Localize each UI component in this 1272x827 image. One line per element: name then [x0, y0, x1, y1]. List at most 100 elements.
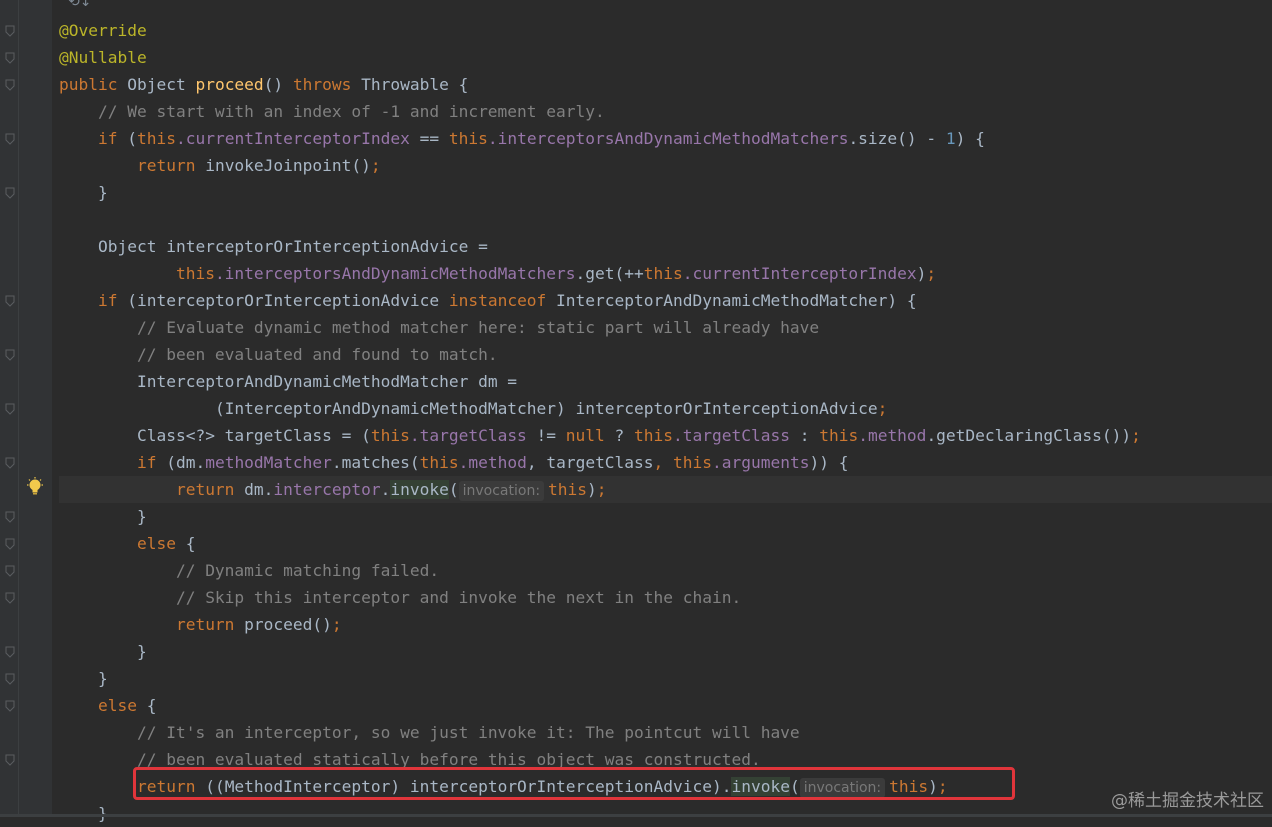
red-highlight-box	[133, 767, 1015, 800]
keyword: else	[97, 696, 137, 715]
code-text: (InterceptorAndDynamicMethodMatcher) int…	[214, 399, 878, 418]
code-line-13: // been evaluated and found to match.	[59, 341, 1272, 368]
keyword: this	[175, 264, 215, 283]
method-name: proceed	[195, 75, 264, 94]
keyword: this	[673, 453, 713, 472]
field: .currentInterceptorIndex	[175, 129, 410, 148]
code-line-4: // We start with an index of -1 and incr…	[59, 98, 1272, 125]
code-line-14: InterceptorAndDynamicMethodMatcher dm =	[59, 368, 1272, 395]
code-text: ()	[263, 75, 293, 94]
fold-marker-icon[interactable]	[4, 52, 16, 64]
code-line-24: }	[59, 638, 1272, 665]
keyword: this	[548, 480, 588, 499]
fold-marker-icon[interactable]	[4, 646, 16, 658]
keyword: this	[643, 264, 683, 283]
field: .targetClass	[673, 426, 790, 445]
code-text: (	[117, 129, 137, 148]
comment: // We start with an index of -1 and incr…	[59, 102, 605, 121]
fold-marker-icon[interactable]	[4, 403, 16, 415]
code-text: }	[136, 507, 147, 526]
keyword: this	[634, 426, 674, 445]
code-line-1: @Override	[59, 17, 1272, 44]
fold-marker-icon[interactable]	[4, 700, 16, 712]
watermark: @稀土掘金技术社区	[1111, 791, 1264, 811]
semicolon: ;	[596, 480, 607, 499]
code-text: InterceptorAndDynamicMethodMatcher dm =	[136, 372, 518, 391]
keyword: return	[175, 615, 235, 634]
code-line-5: if (this.currentInterceptorIndex == this…	[59, 125, 1272, 152]
code-line-18: return dm.interceptor.invoke(invocation:…	[59, 476, 1272, 503]
fold-marker-icon[interactable]	[4, 538, 16, 550]
fold-marker-icon[interactable]	[4, 187, 16, 199]
code-line-19: }	[59, 503, 1272, 530]
keyword: return	[175, 480, 235, 499]
fold-marker-icon[interactable]	[4, 133, 16, 145]
field: .interceptorsAndDynamicMethodMatchers	[487, 129, 849, 148]
comma: ,	[653, 453, 674, 472]
code-editor[interactable]: @Override @Nullable public Object procee…	[59, 17, 1272, 827]
fold-marker-icon[interactable]	[4, 295, 16, 307]
code-text: Throwable {	[351, 75, 469, 94]
fold-marker-icon[interactable]	[4, 25, 16, 37]
semicolon: ;	[1131, 426, 1141, 445]
code-text: .get(++	[575, 264, 644, 283]
code-text: }	[97, 183, 108, 202]
keyword: this	[819, 426, 859, 445]
code-text: )	[916, 264, 927, 283]
field: interceptor	[273, 480, 381, 499]
code-line-12: // Evaluate dynamic method matcher here:…	[59, 314, 1272, 341]
code-line-17: if (dm.methodMatcher.matches(this.method…	[59, 449, 1272, 476]
code-line-22: // Skip this interceptor and invoke the …	[59, 584, 1272, 611]
comment: // Dynamic matching failed.	[175, 561, 440, 580]
field: .interceptorsAndDynamicMethodMatchers	[214, 264, 576, 283]
fold-marker-icon[interactable]	[4, 673, 16, 685]
code-text: {	[136, 696, 157, 715]
semicolon: ;	[331, 615, 342, 634]
keyword: if	[97, 291, 118, 310]
keyword: if	[97, 129, 118, 148]
field: methodMatcher	[205, 453, 332, 472]
code-text: Class<?> targetClass = (	[136, 426, 371, 445]
code-text: :	[789, 426, 820, 445]
gutter-top-icons: ⟲↓	[68, 0, 92, 10]
keyword: return	[136, 156, 196, 175]
code-text: ) {	[955, 129, 985, 148]
fold-marker-icon[interactable]	[4, 457, 16, 469]
keyword: null	[565, 426, 605, 445]
fold-marker-icon[interactable]	[4, 592, 16, 604]
code-text: .size() -	[848, 129, 946, 148]
fold-marker-icon[interactable]	[4, 511, 16, 523]
field: .currentInterceptorIndex	[682, 264, 917, 283]
keyword: else	[136, 534, 176, 553]
fold-marker-icon[interactable]	[4, 565, 16, 577]
field: .method	[858, 426, 927, 445]
code-text: }	[136, 642, 147, 661]
fold-marker-icon[interactable]	[4, 349, 16, 361]
keyword: this	[419, 453, 459, 472]
code-line-26: else {	[59, 692, 1272, 719]
annotation: @Nullable	[59, 48, 147, 67]
code-line-27: // It's an interceptor, so we just invok…	[59, 719, 1272, 746]
code-text: proceed()	[234, 615, 332, 634]
parameter-hint: invocation:	[458, 481, 545, 501]
code-line-3: public Object proceed() throws Throwable…	[59, 71, 1272, 98]
code-line-7: }	[59, 179, 1272, 206]
code-line-11: if (interceptorOrInterceptionAdvice inst…	[59, 287, 1272, 314]
code-text: dm.	[234, 480, 274, 499]
code-text: ?	[604, 426, 635, 445]
keyword: throws	[292, 75, 352, 94]
code-text: {	[175, 534, 196, 553]
semicolon: ;	[926, 264, 937, 283]
fold-marker-icon[interactable]	[4, 79, 16, 91]
lightbulb-icon[interactable]	[26, 477, 44, 497]
code-line-10: this.interceptorsAndDynamicMethodMatcher…	[59, 260, 1272, 287]
keyword: this	[370, 426, 410, 445]
fold-marker-icon[interactable]	[4, 754, 16, 766]
invoke-method-highlight[interactable]: invoke	[390, 480, 449, 499]
code-text: ==	[409, 129, 449, 148]
code-line-21: // Dynamic matching failed.	[59, 557, 1272, 584]
code-text: )	[587, 480, 597, 499]
code-text: .	[380, 480, 391, 499]
code-line-20: else {	[59, 530, 1272, 557]
annotation: @Override	[59, 21, 147, 40]
